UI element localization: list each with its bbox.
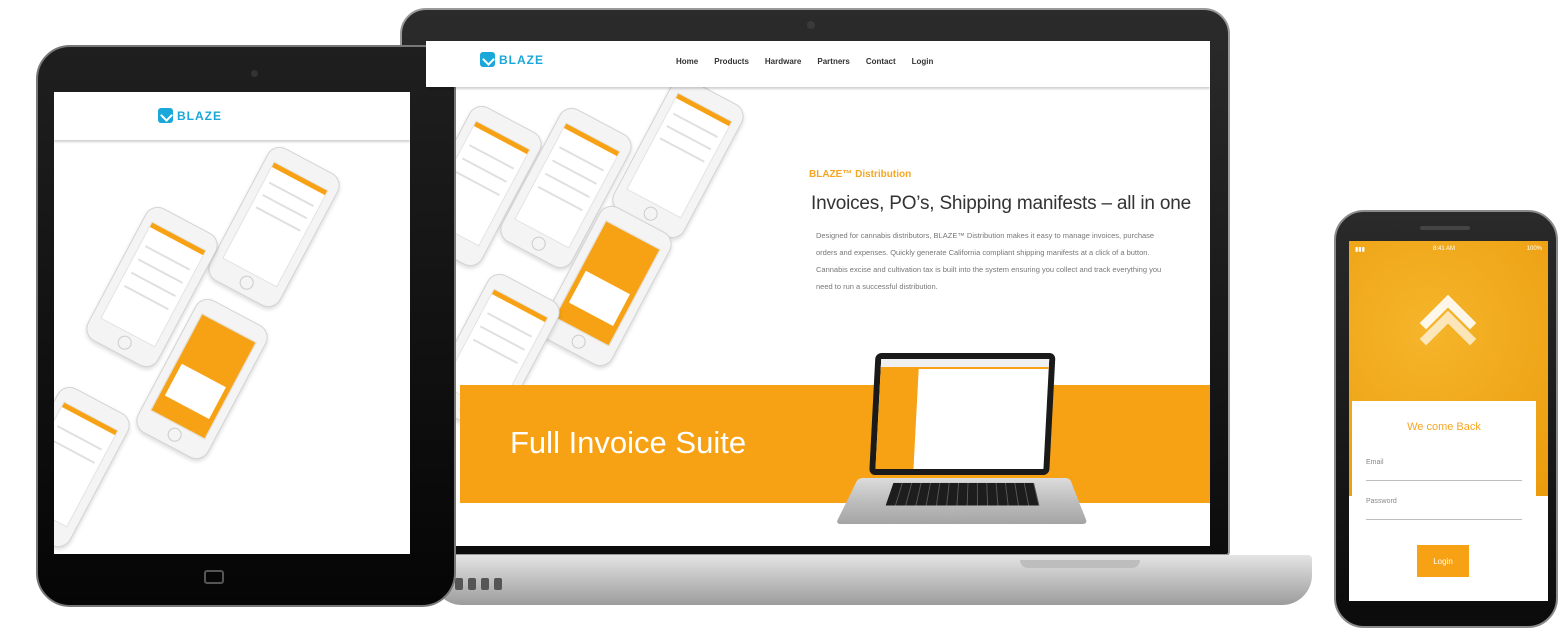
port-icon (494, 578, 502, 590)
site-header: BLAZE Home Products Hardware Partners Co… (426, 41, 1210, 87)
nav-contact[interactable]: Contact (866, 57, 896, 66)
laptop-screen: BLAZE Home Products Hardware Partners Co… (426, 41, 1210, 546)
status-bar: ▮▮▮ 8:41 AM 100% (1349, 244, 1548, 256)
leaf-icon (480, 52, 495, 67)
leaf-icon (158, 108, 173, 123)
band-title: Full Invoice Suite (510, 425, 747, 460)
password-label: Password (1366, 498, 1397, 505)
home-button-icon[interactable] (204, 570, 224, 584)
site-header: BLAZE (54, 92, 410, 140)
main-nav: Home Products Hardware Partners Contact … (676, 57, 933, 66)
logo-text: BLAZE (177, 108, 222, 123)
nav-products[interactable]: Products (714, 57, 749, 66)
site-logo[interactable]: BLAZE (480, 52, 544, 67)
blaze-chevron-icon (1419, 294, 1477, 368)
camera-icon (251, 70, 258, 77)
hero-description: Designed for cannabis distributors, BLAZ… (816, 231, 1162, 291)
nav-hardware[interactable]: Hardware (765, 57, 801, 66)
site-logo[interactable]: BLAZE (158, 108, 222, 123)
camera-icon (807, 21, 815, 29)
login-button[interactable]: Login (1417, 545, 1469, 577)
nav-home[interactable]: Home (676, 57, 698, 66)
port-icon (481, 578, 489, 590)
phone-mockup-image (54, 382, 135, 552)
port-icon (468, 578, 476, 590)
login-card: We come Back Email Password Login (1352, 401, 1536, 601)
battery-level: 100% (1526, 246, 1542, 252)
port-icon (455, 578, 463, 590)
keyboard-image (835, 478, 1088, 524)
signal-icon: ▮▮▮ (1355, 247, 1365, 253)
speaker-icon (1420, 226, 1470, 230)
laptop-notch (1020, 560, 1140, 568)
hero-kicker: BLAZE™ Distribution (809, 169, 912, 180)
device-mockup-scene: BLAZE Home Products Hardware Partners Co… (0, 0, 1562, 636)
status-time: 8:41 AM (1433, 246, 1456, 252)
nav-login[interactable]: Login (912, 57, 934, 66)
email-label: Email (1366, 459, 1384, 466)
phone-screen: ▮▮▮ 8:41 AM 100% We come Back Email Pass… (1349, 241, 1548, 601)
email-field[interactable] (1366, 467, 1522, 481)
tablet-screen: BLAZE (54, 92, 410, 554)
laptop-mockup-image (835, 353, 1088, 524)
hero-title: Invoices, PO’s, Shipping manifests – all… (811, 193, 1191, 214)
laptop-base (432, 555, 1312, 605)
nav-partners[interactable]: Partners (817, 57, 849, 66)
welcome-heading: We come Back (1407, 421, 1481, 433)
phone-mockup-image (203, 142, 345, 312)
password-field[interactable] (1366, 506, 1522, 520)
logo-text: BLAZE (499, 52, 544, 67)
